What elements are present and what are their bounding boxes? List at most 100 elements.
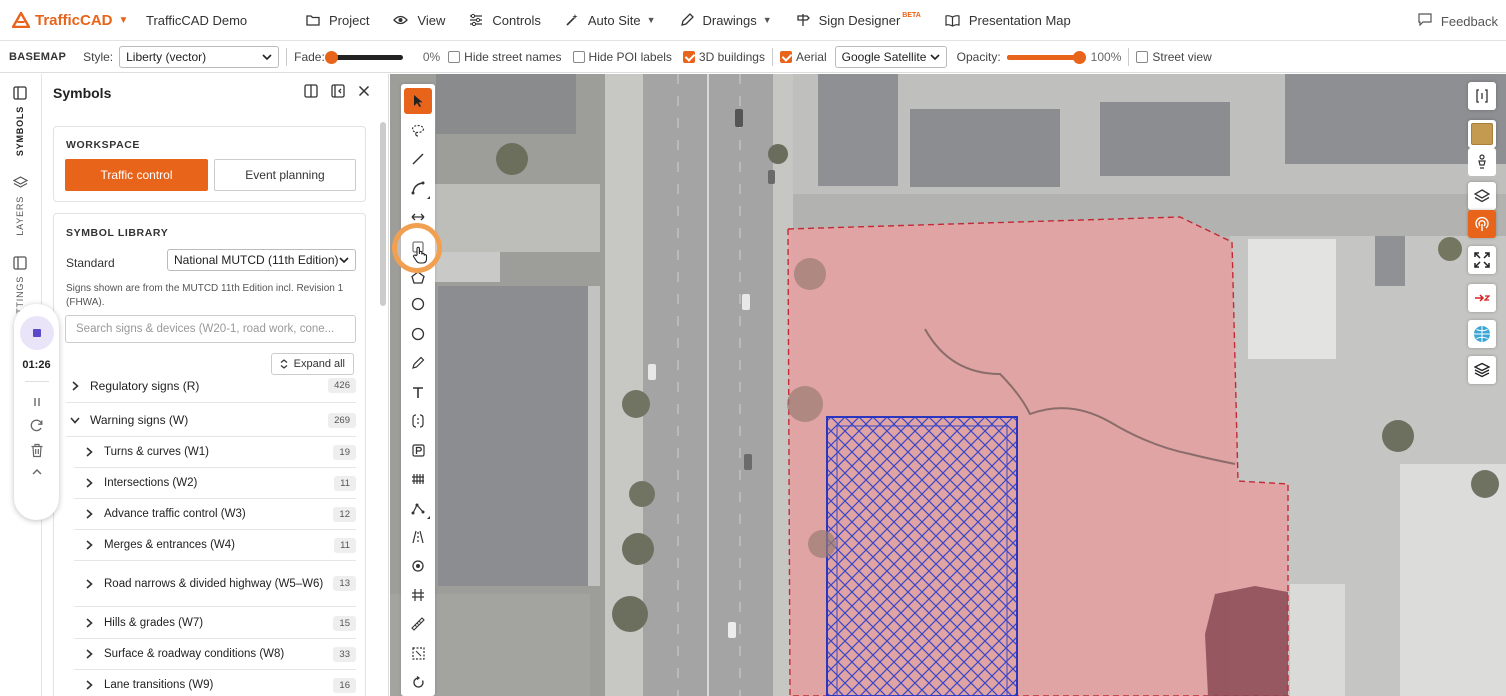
direction-arrows-button[interactable] — [1468, 284, 1496, 312]
draw-mode-button[interactable] — [1468, 210, 1496, 238]
category-count-badge: 33 — [333, 646, 356, 662]
project-name[interactable]: TrafficCAD Demo — [146, 13, 306, 28]
collapse-panel-icon[interactable] — [331, 84, 345, 98]
pegman-icon — [1478, 154, 1486, 169]
rotate-tool[interactable] — [404, 669, 432, 695]
text-tool[interactable] — [404, 379, 432, 405]
pause-button[interactable] — [31, 396, 43, 408]
category-row[interactable]: Hills & grades (W7) 15 — [74, 608, 356, 639]
category-row[interactable]: Regulatory signs (R) 426 — [66, 369, 356, 403]
nav-drawings[interactable]: Drawings ▼ — [680, 13, 772, 28]
crosswalk-tool[interactable] — [404, 466, 432, 492]
close-icon[interactable] — [358, 85, 370, 97]
provider-select[interactable]: Google Satellite — [834, 46, 947, 68]
category-row[interactable]: Road narrows & divided highway (W5–W6) 13 — [74, 561, 356, 607]
route-tool[interactable] — [404, 495, 432, 521]
chevron-right-icon — [82, 478, 96, 488]
label-tool[interactable] — [404, 408, 432, 434]
category-count-badge: 16 — [333, 677, 356, 693]
nav-project[interactable]: Project — [306, 13, 369, 28]
rail-tab-layers[interactable]: LAYERS — [0, 176, 40, 236]
circle-tool[interactable] — [404, 291, 432, 317]
measure-tool[interactable] — [404, 611, 432, 637]
opacity-slider-handle[interactable] — [1072, 50, 1086, 64]
standard-select[interactable]: National MUTCD (11th Edition) — [167, 249, 356, 271]
nav-view[interactable]: View — [393, 13, 445, 28]
rail-crossing-tool[interactable] — [404, 582, 432, 608]
dashed-select-icon — [411, 646, 425, 660]
hide-poi-labels-checkbox[interactable] — [572, 51, 585, 63]
basemap-thumbnail-button[interactable] — [1468, 120, 1496, 148]
style-select[interactable]: Liberty (vector) — [119, 46, 280, 68]
hide-street-names-label: Hide street names — [464, 50, 562, 64]
aerial-checkbox[interactable] — [779, 51, 792, 63]
chevron-down-icon — [339, 257, 349, 263]
category-count-badge: 12 — [333, 506, 356, 522]
chat-bubble-icon — [1418, 13, 1432, 29]
traffic-control-button[interactable]: Traffic control — [65, 159, 208, 191]
ellipse-tool[interactable] — [404, 321, 432, 347]
panel-scrollbar[interactable] — [380, 122, 386, 306]
bracket-view-button[interactable] — [1468, 82, 1496, 110]
category-row[interactable]: Intersections (W2) 11 — [74, 468, 356, 499]
stack-layers-button[interactable] — [1468, 356, 1496, 384]
aerial-option[interactable]: Aerial — [779, 50, 827, 64]
fade-slider-handle[interactable] — [324, 50, 338, 64]
pencil-tool[interactable] — [404, 350, 432, 376]
delete-recording-button[interactable] — [30, 443, 44, 458]
symbols-panel: Symbols WORKSPACE Traffic control Event … — [42, 74, 389, 696]
fullscreen-button[interactable] — [1468, 246, 1496, 274]
road-tool[interactable] — [404, 524, 432, 550]
locate-tool[interactable] — [404, 553, 432, 579]
fade-slider[interactable] — [324, 50, 403, 64]
nav-sign-designer-label: Sign Designer — [818, 12, 901, 28]
nav-auto-site[interactable]: Auto Site ▼ — [565, 13, 656, 28]
globe-button[interactable] — [1468, 320, 1496, 348]
fade-value: 0% — [422, 50, 441, 64]
street-view-checkbox[interactable] — [1136, 51, 1149, 63]
lasso-icon — [411, 124, 425, 137]
area-select-tool[interactable] — [404, 640, 432, 666]
stop-recording-button[interactable] — [19, 316, 54, 350]
basemap-label: BASEMAP — [9, 51, 67, 63]
chevron-up-icon — [32, 469, 41, 475]
feedback-button[interactable]: Feedback — [1418, 13, 1498, 29]
category-row[interactable]: Advance traffic control (W3) 12 — [74, 499, 356, 530]
restart-button[interactable] — [29, 418, 44, 433]
3d-buildings-checkbox[interactable] — [682, 51, 695, 63]
hide-street-names-checkbox[interactable] — [448, 51, 461, 63]
event-planning-button[interactable]: Event planning — [214, 159, 356, 191]
circle-icon — [411, 297, 425, 311]
chevron-right-icon — [82, 509, 96, 519]
symbol-search-input[interactable]: Search signs & devices (W20-1, road work… — [65, 315, 356, 343]
screen-recorder-widget: 01:26 — [14, 304, 59, 520]
nav-auto-site-label: Auto Site — [587, 12, 641, 28]
brand-menu[interactable]: TrafficCAD ▼ — [12, 12, 134, 29]
category-row[interactable]: Surface & roadway conditions (W8) 33 — [74, 639, 356, 670]
street-view-option[interactable]: Street view — [1136, 50, 1212, 64]
category-row[interactable]: Lane transitions (W9) 16 — [74, 670, 356, 696]
collapse-recorder-button[interactable] — [32, 468, 42, 475]
nav-sign-designer[interactable]: Sign Designer BETA — [796, 12, 921, 28]
nav-presentation-map[interactable]: Presentation Map — [945, 13, 1071, 28]
category-label: Advance traffic control (W3) — [104, 508, 246, 520]
rail-tab-symbols[interactable]: SYMBOLS — [0, 86, 40, 156]
category-row[interactable]: Turns & curves (W1) 19 — [74, 437, 356, 468]
parking-tool[interactable] — [404, 437, 432, 463]
line-icon — [412, 153, 424, 165]
map-canvas[interactable] — [390, 74, 1506, 696]
hide-poi-labels-option[interactable]: Hide POI labels — [572, 50, 672, 64]
category-row[interactable]: Warning signs (W) 269 — [66, 404, 356, 437]
opacity-slider[interactable] — [1006, 50, 1086, 64]
select-tool[interactable] — [404, 88, 432, 114]
curve-tool[interactable] — [404, 175, 432, 201]
3d-buildings-option[interactable]: 3D buildings — [682, 50, 765, 64]
street-view-pegman-button[interactable] — [1468, 148, 1496, 176]
lasso-tool[interactable] — [404, 117, 432, 143]
hide-street-names-option[interactable]: Hide street names — [448, 50, 562, 64]
layers-button[interactable] — [1468, 182, 1496, 210]
split-panel-icon[interactable] — [304, 84, 318, 98]
line-tool[interactable] — [404, 146, 432, 172]
category-row[interactable]: Merges & entrances (W4) 11 — [74, 530, 356, 561]
nav-controls[interactable]: Controls — [469, 13, 541, 28]
